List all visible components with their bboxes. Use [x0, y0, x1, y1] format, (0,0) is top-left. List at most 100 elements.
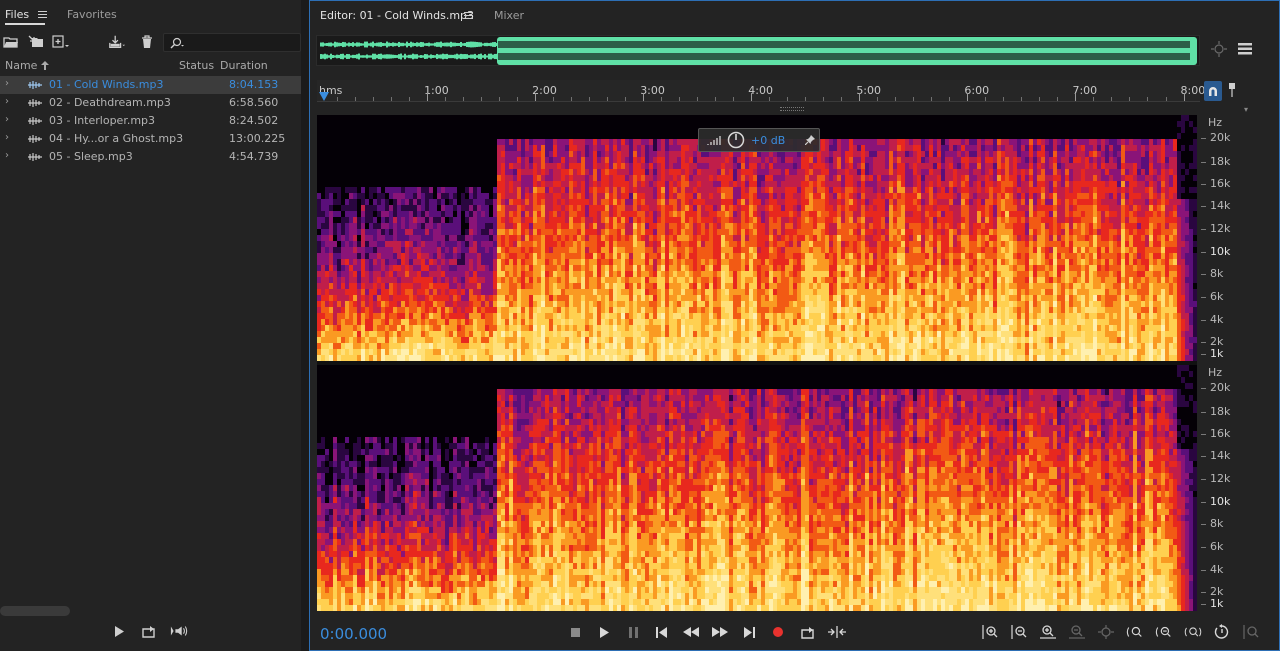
overview-waveform-sample — [838, 41, 840, 48]
hud-pin-icon[interactable] — [804, 134, 816, 148]
current-time-display[interactable]: 0:00.000 — [320, 625, 387, 643]
column-header-status[interactable]: Status — [179, 59, 214, 72]
loop-icon[interactable] — [799, 624, 817, 640]
search-field[interactable] — [163, 33, 301, 52]
open-folder-icon[interactable] — [2, 34, 20, 50]
overview-waveform-sample — [1182, 41, 1184, 48]
spectral-display-right-channel[interactable] — [317, 365, 1197, 611]
overview-waveform-sample — [492, 42, 494, 47]
overview-waveform-sample — [1034, 53, 1036, 60]
overview-waveform-sample — [948, 53, 950, 60]
overview-waveform-sample — [804, 53, 806, 60]
overview-waveform-sample — [894, 41, 896, 48]
file-list-row[interactable]: › 03 - Interloper.mp3 8:24.502 — [0, 112, 301, 130]
new-file-icon[interactable] — [52, 34, 70, 50]
overview-waveform-sample — [426, 54, 428, 59]
expand-chevron-icon[interactable]: › — [5, 96, 9, 107]
expand-chevron-icon[interactable]: › — [5, 78, 9, 89]
overview-waveform-sample — [784, 41, 786, 48]
files-panel: Files Favorites Name Status Duration › 0… — [0, 0, 301, 651]
zoom-in-selection-icon[interactable] — [1126, 624, 1144, 640]
overview-waveform-sample — [1082, 41, 1084, 48]
overview-waveform-sample — [650, 53, 652, 60]
zoom-out-amplitude-icon[interactable] — [1010, 624, 1028, 640]
overview-waveform-sample — [1194, 54, 1196, 59]
overview-waveform-sample — [728, 53, 730, 60]
fast-forward-icon[interactable] — [711, 624, 729, 640]
overview-waveform-sample — [566, 41, 568, 48]
overview-waveform-sample — [1046, 53, 1048, 60]
file-list-row[interactable]: › 04 - Hy...or a Ghost.mp3 13:00.225 — [0, 130, 301, 148]
play-icon[interactable] — [110, 623, 128, 639]
overview-waveform-sample — [898, 41, 900, 48]
go-to-start-icon[interactable] — [653, 624, 671, 640]
hud-volume-control[interactable]: +0 dB — [698, 128, 820, 152]
overview-waveform-sample — [406, 55, 408, 58]
overview-waveform-sample — [1056, 41, 1058, 48]
time-ruler[interactable]: hms 1:00 2:00 3:00 4:00 5:00 6:00 7:00 8:00 — [317, 80, 1205, 102]
file-list-row[interactable]: › 02 - Deathdream.mp3 6:58.560 — [0, 94, 301, 112]
pin-icon[interactable] — [1228, 83, 1236, 100]
trash-icon[interactable] — [138, 34, 156, 50]
resize-grip[interactable] — [780, 107, 804, 111]
autoplay-icon[interactable] — [170, 623, 188, 639]
tab-files[interactable]: Files — [5, 8, 29, 21]
overview-navigator[interactable] — [316, 35, 1200, 66]
overview-waveform-sample — [878, 53, 880, 60]
zoom-reset-icon[interactable] — [1213, 624, 1231, 640]
overview-waveform-sample — [470, 54, 472, 59]
frequency-scale-right[interactable]: Hz 20k 18k 16k 14k 12k 10k 8k 6k 4k 2k 1k — [1198, 365, 1254, 611]
zoom-fit-icon[interactable] — [1242, 624, 1260, 640]
expand-chevron-icon[interactable]: › — [5, 150, 9, 161]
overview-waveform-sample — [706, 41, 708, 48]
snap-magnet-button[interactable] — [1204, 81, 1222, 101]
pause-icon[interactable] — [624, 624, 642, 640]
files-horizontal-scrollbar[interactable] — [0, 606, 70, 616]
stop-icon[interactable] — [566, 624, 584, 640]
overview-waveform-sample — [638, 41, 640, 48]
overview-waveform-sample — [698, 53, 700, 60]
skip-selection-icon[interactable] — [828, 624, 846, 640]
tab-editor[interactable]: Editor: 01 - Cold Winds.mp3 — [320, 9, 474, 22]
frequency-scale-left[interactable]: Hz 20k 18k 16k 14k 12k 10k 8k 6k 4k 2k 1k — [1198, 115, 1254, 361]
zoom-in-right-icon[interactable] — [1184, 624, 1202, 640]
expand-chevron-icon[interactable]: › — [5, 114, 9, 125]
overview-waveform-sample — [580, 53, 582, 60]
zoom-in-time-icon[interactable] — [1039, 624, 1057, 640]
panel-collapse-icon[interactable]: ▾ — [1244, 105, 1248, 114]
hud-gain-value[interactable]: +0 dB — [751, 134, 785, 147]
record-icon[interactable] — [769, 624, 787, 640]
file-list-row[interactable]: › 01 - Cold Winds.mp3 8:04.153 — [0, 76, 301, 94]
zoom-navigator-icon[interactable] — [1210, 41, 1228, 60]
view-options-icon[interactable] — [1238, 43, 1252, 58]
zoom-out-time-icon[interactable] — [1068, 624, 1086, 640]
column-header-duration[interactable]: Duration — [220, 59, 268, 72]
overview-waveform-sample — [350, 55, 352, 58]
search-input[interactable] — [190, 35, 296, 50]
rewind-icon[interactable] — [682, 624, 700, 640]
loop-icon[interactable] — [140, 623, 158, 639]
zoom-out-full-icon[interactable] — [1097, 624, 1115, 640]
overview-waveform-sample — [1004, 41, 1006, 48]
zoom-in-left-icon[interactable] — [1155, 624, 1173, 640]
editor-panel-menu-icon[interactable] — [464, 12, 473, 19]
overview-waveform-sample — [724, 41, 726, 48]
volume-knob-icon[interactable] — [727, 131, 745, 152]
tab-mixer[interactable]: Mixer — [494, 9, 524, 22]
overview-waveform-sample — [352, 42, 354, 47]
audio-file-icon — [28, 153, 42, 161]
playhead-marker[interactable] — [319, 92, 329, 101]
overview-waveform-sample — [642, 53, 644, 60]
zoom-in-amplitude-icon[interactable] — [981, 624, 999, 640]
expand-chevron-icon[interactable]: › — [5, 132, 9, 143]
overview-waveform-sample — [920, 41, 922, 48]
import-icon[interactable] — [27, 34, 45, 50]
column-header-name[interactable]: Name — [5, 59, 49, 72]
play-icon[interactable] — [595, 624, 613, 640]
go-to-end-icon[interactable] — [740, 624, 758, 640]
file-list-row[interactable]: › 05 - Sleep.mp3 4:54.739 — [0, 148, 301, 166]
export-icon[interactable] — [108, 34, 126, 50]
tab-favorites[interactable]: Favorites — [67, 8, 117, 21]
files-panel-menu-icon[interactable] — [38, 11, 47, 18]
overview-waveform-sample — [562, 41, 564, 48]
